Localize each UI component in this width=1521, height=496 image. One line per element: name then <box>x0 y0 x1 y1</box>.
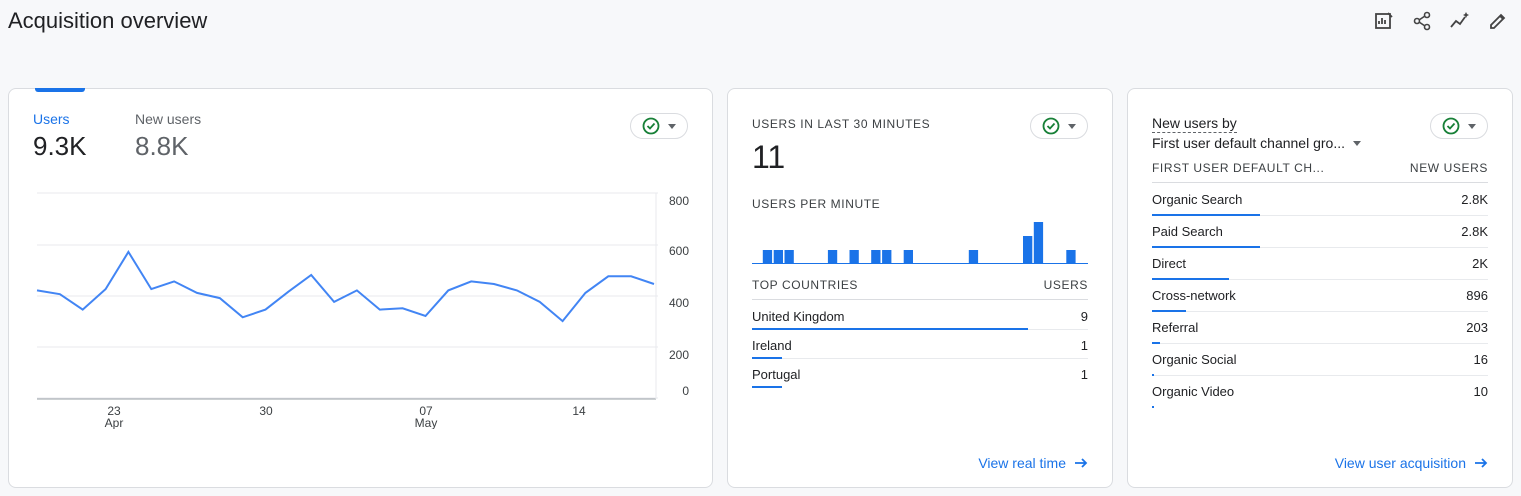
new-users-column-header: NEW USERS <box>1409 161 1488 175</box>
y-tick-label: 800 <box>669 194 689 208</box>
link-label: View real time <box>978 455 1066 471</box>
realtime-card: USERS IN LAST 30 MINUTES 11 USERS PER MI… <box>727 88 1113 488</box>
row-label: Paid Search <box>1152 224 1223 239</box>
edit-icon[interactable] <box>1485 8 1511 34</box>
users-per-minute-chart <box>752 222 1088 264</box>
acquisition-card: New users by First user default channel … <box>1127 88 1513 488</box>
chevron-down-icon <box>1068 123 1076 129</box>
dimension-label: First user default channel gro... <box>1152 135 1345 151</box>
realtime-title: USERS IN LAST 30 MINUTES <box>752 117 931 131</box>
table-row[interactable]: Cross-network 896 <box>1152 279 1488 312</box>
row-value: 1 <box>1080 367 1088 382</box>
row-share-bar <box>1152 406 1154 408</box>
page-title: Acquisition overview <box>8 8 208 33</box>
table-row[interactable]: United Kingdom 9 <box>752 300 1088 330</box>
row-label: Referral <box>1152 320 1199 335</box>
table-row[interactable]: Organic Search 2.8K <box>1152 183 1488 216</box>
users-column-header: USERS <box>1043 278 1088 292</box>
row-label: Ireland <box>752 338 792 353</box>
chevron-down-icon <box>1353 140 1361 146</box>
table-row[interactable]: Ireland 1 <box>752 329 1088 359</box>
users-series-line <box>36 249 655 323</box>
countries-column-header: TOP COUNTRIES <box>752 278 859 292</box>
table-row[interactable]: Organic Video 10 <box>1152 375 1488 408</box>
x-tick-month-label: Apr <box>105 416 124 429</box>
minute-bar[interactable] <box>903 250 913 264</box>
countries-table-header: TOP COUNTRIES USERS <box>752 278 1088 292</box>
row-share-bar <box>752 386 783 388</box>
y-tick-label: 0 <box>682 384 689 398</box>
minute-bar[interactable] <box>849 250 859 264</box>
row-value: 2.8K <box>1461 224 1488 239</box>
table-row[interactable]: Paid Search 2.8K <box>1152 215 1488 248</box>
row-value: 2K <box>1472 256 1488 271</box>
row-value: 896 <box>1466 288 1488 303</box>
x-tick-label: 14 <box>572 404 586 418</box>
table-row[interactable]: Organic Social 16 <box>1152 343 1488 376</box>
acquisition-title: New users by <box>1152 115 1237 133</box>
table-row[interactable]: Referral 203 <box>1152 311 1488 344</box>
x-tick-label: 30 <box>259 404 273 418</box>
check-circle-icon <box>1042 117 1060 135</box>
row-value: 1 <box>1080 338 1088 353</box>
chevron-down-icon <box>1468 123 1476 129</box>
acquisition-title-prefix: New users by <box>1152 115 1237 133</box>
table-row[interactable]: Direct 2K <box>1152 247 1488 280</box>
row-value: 203 <box>1466 320 1488 335</box>
insights-icon[interactable] <box>1447 8 1473 34</box>
chart-customize-icon[interactable] <box>1371 8 1397 34</box>
row-label: United Kingdom <box>752 309 845 324</box>
y-tick-label: 400 <box>669 296 689 310</box>
row-value: 10 <box>1473 384 1488 399</box>
row-label: Organic Social <box>1152 352 1237 367</box>
minute-bar[interactable] <box>882 250 892 264</box>
minute-bar[interactable] <box>1023 236 1033 264</box>
minute-bar[interactable] <box>762 250 773 264</box>
minute-bar[interactable] <box>1033 222 1044 264</box>
row-label: Organic Video <box>1152 384 1235 399</box>
row-value: 2.8K <box>1461 192 1488 207</box>
dimension-selector[interactable]: First user default channel gro... <box>1152 135 1361 151</box>
users-card: Users 9.3K New users 8.8K 800 600 400 200 0 … <box>8 88 713 488</box>
users-line-chart: 8006004002000 23Apr30 07May14 <box>36 192 689 429</box>
arrow-right-icon <box>1075 458 1088 468</box>
minute-bar[interactable] <box>784 250 794 264</box>
minute-bar[interactable] <box>827 250 838 264</box>
row-label: Cross-network <box>1152 288 1236 303</box>
arrow-right-icon <box>1475 458 1488 468</box>
minute-bar[interactable] <box>773 250 783 264</box>
minute-bar[interactable] <box>871 250 881 264</box>
row-label: Organic Search <box>1152 192 1243 207</box>
view-user-acquisition-link[interactable]: View user acquisition <box>1335 455 1488 471</box>
row-label: Portugal <box>752 367 801 382</box>
comparison-status-button[interactable] <box>1430 113 1488 139</box>
dimension-column-header: FIRST USER DEFAULT CH... <box>1152 161 1325 175</box>
row-value: 16 <box>1473 352 1488 367</box>
comparison-status-button[interactable] <box>1030 113 1088 139</box>
row-label: Direct <box>1152 256 1186 271</box>
header-actions <box>1371 8 1511 34</box>
minute-bar[interactable] <box>1066 250 1076 264</box>
x-tick-month-label: May <box>415 416 438 429</box>
y-tick-label: 600 <box>669 244 689 258</box>
users-per-minute-label: USERS PER MINUTE <box>752 197 881 211</box>
y-tick-label: 200 <box>669 348 689 362</box>
check-circle-icon <box>1442 117 1460 135</box>
acquisition-table-header: FIRST USER DEFAULT CH... NEW USERS <box>1152 161 1488 175</box>
table-row[interactable]: Portugal 1 <box>752 358 1088 388</box>
link-label: View user acquisition <box>1334 455 1466 471</box>
minute-bar[interactable] <box>968 250 979 264</box>
realtime-users-value: 11 <box>752 139 786 175</box>
row-value: 9 <box>1080 309 1088 324</box>
share-icon[interactable] <box>1409 8 1435 34</box>
view-real-time-link[interactable]: View real time <box>978 455 1088 471</box>
